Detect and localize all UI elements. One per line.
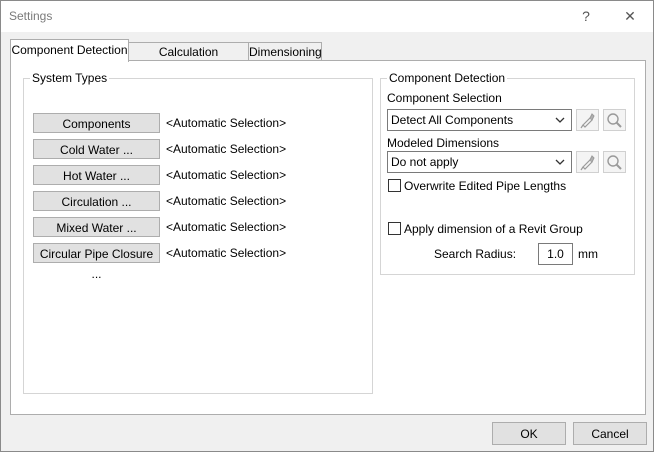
- tab-calculation-parameters[interactable]: Calculation Parameters: [127, 42, 250, 77]
- magnifier-icon: [607, 113, 622, 128]
- chevron-down-icon: [555, 159, 565, 165]
- eyedropper-icon: [580, 113, 595, 129]
- settings-dialog: Settings ? ✕ Component Detection Calcula…: [0, 0, 654, 452]
- component-selection-label: Component Selection: [387, 91, 502, 105]
- modeled-dimensions-label: Modeled Dimensions: [387, 136, 500, 150]
- cold-water-button[interactable]: Cold Water ...: [33, 139, 160, 159]
- components-value: <Automatic Selection>: [166, 116, 287, 130]
- window-title: Settings: [9, 9, 53, 23]
- search-radius-unit: mm: [578, 247, 598, 261]
- modeled-dimensions-value: Do not apply: [391, 155, 459, 169]
- revit-group-label: Apply dimension of a Revit Group: [404, 222, 583, 236]
- components-button[interactable]: Components: [33, 113, 160, 133]
- mixed-water-value: <Automatic Selection>: [166, 220, 287, 234]
- component-detection-label: Component Detection: [387, 71, 508, 85]
- revit-group-checkbox[interactable]: [388, 222, 401, 235]
- modeled-dimensions-dropdown[interactable]: Do not apply: [387, 151, 572, 173]
- cancel-button[interactable]: Cancel: [573, 422, 647, 445]
- pick-components-button[interactable]: [576, 109, 599, 131]
- mixed-water-button[interactable]: Mixed Water ...: [33, 217, 160, 237]
- component-selection-value: Detect All Components: [391, 113, 514, 127]
- chevron-down-icon: [555, 117, 565, 123]
- magnifier-icon: [607, 155, 622, 170]
- component-selection-dropdown[interactable]: Detect All Components: [387, 109, 572, 131]
- close-button[interactable]: ✕: [615, 5, 645, 27]
- component-detection-group: Component Detection Component Selection …: [380, 71, 635, 275]
- overwrite-pipe-lengths-label: Overwrite Edited Pipe Lengths: [404, 179, 567, 193]
- overwrite-pipe-lengths-checkbox[interactable]: [388, 179, 401, 192]
- tab-component-detection[interactable]: Component Detection: [10, 39, 129, 62]
- system-types-group: System Types Components <Automatic Selec…: [23, 71, 373, 394]
- circular-pipe-closure-value: <Automatic Selection>: [166, 246, 287, 260]
- cold-water-value: <Automatic Selection>: [166, 142, 287, 156]
- ok-button[interactable]: OK: [492, 422, 566, 445]
- title-bar: Settings ? ✕: [1, 1, 653, 32]
- system-types-label: System Types: [30, 71, 110, 85]
- circulation-button[interactable]: Circulation ...: [33, 191, 160, 211]
- circular-pipe-closure-button[interactable]: Circular Pipe Closure ...: [33, 243, 160, 281]
- find-dimensions-button[interactable]: [603, 151, 626, 173]
- find-components-button[interactable]: [603, 109, 626, 131]
- search-radius-label: Search Radius:: [434, 247, 517, 261]
- circulation-value: <Automatic Selection>: [166, 194, 287, 208]
- pick-dimensions-button[interactable]: [576, 151, 599, 173]
- tab-panel: System Types Components <Automatic Selec…: [10, 60, 646, 415]
- hot-water-value: <Automatic Selection>: [166, 168, 287, 182]
- help-button[interactable]: ?: [571, 5, 601, 27]
- tab-dimensioning[interactable]: Dimensioning: [248, 42, 322, 61]
- search-radius-input[interactable]: 1.0: [538, 243, 573, 265]
- hot-water-button[interactable]: Hot Water ...: [33, 165, 160, 185]
- eyedropper-icon: [580, 155, 595, 171]
